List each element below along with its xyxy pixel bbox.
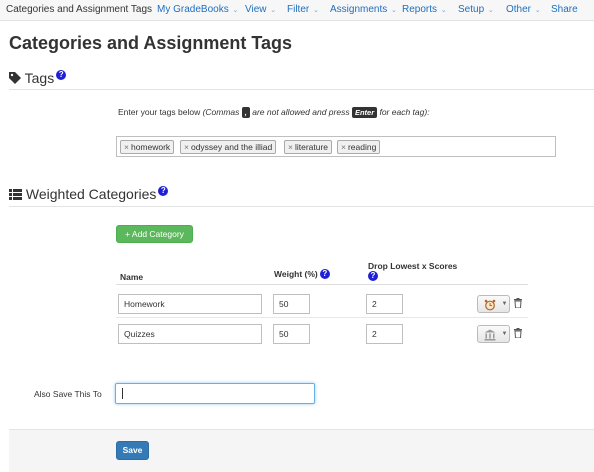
page-title: Categories and Assignment Tags bbox=[9, 33, 293, 53]
nav-label: Setup bbox=[458, 4, 485, 15]
remove-tag-icon[interactable]: × bbox=[341, 142, 346, 152]
nav-label: Share bbox=[551, 4, 578, 15]
remove-tag-icon[interactable]: × bbox=[184, 142, 189, 152]
enter-key: Enter bbox=[351, 107, 378, 118]
tag-label: literature bbox=[294, 142, 329, 152]
tags-help-text: Enter your tags below (Commas , are not … bbox=[118, 107, 430, 118]
chevron-down-icon: ⌄ bbox=[313, 7, 319, 14]
remove-tag-icon[interactable]: × bbox=[288, 142, 293, 152]
also-save-label: Also Save This To bbox=[34, 389, 102, 399]
nav-label: View bbox=[245, 4, 267, 15]
nav-label: Other bbox=[506, 4, 532, 15]
section-divider bbox=[9, 206, 594, 207]
column-header-drop-lowest: Drop Lowest x Scores ? bbox=[368, 261, 457, 281]
weighted-categories-label: Weighted Categories bbox=[25, 186, 157, 202]
column-header-weight: Weight (%)? bbox=[274, 269, 330, 279]
drop-lowest-label: Drop Lowest x Scores bbox=[368, 261, 458, 271]
tags-heading: Tags? bbox=[9, 70, 67, 86]
tag-label: homework bbox=[130, 142, 171, 152]
category-name-input[interactable]: Quizzes bbox=[118, 324, 262, 344]
chevron-down-icon: ⌄ bbox=[232, 7, 239, 14]
top-navbar: Categories and Assignment Tags My GradeB… bbox=[0, 0, 594, 21]
nav-filter[interactable]: Filter ⌄ bbox=[287, 4, 319, 15]
text-cursor bbox=[122, 388, 123, 399]
tag-chip: × homework bbox=[120, 140, 175, 154]
help-text: Enter your tags below bbox=[118, 107, 203, 117]
weight-header-label: Weight (%) bbox=[274, 269, 318, 279]
alarm-clock-icon bbox=[484, 299, 496, 311]
category-name-input[interactable]: Homework bbox=[118, 294, 262, 314]
nav-reports[interactable]: Reports ⌄ bbox=[402, 4, 447, 15]
navbar-brand[interactable]: Categories and Assignment Tags bbox=[6, 4, 152, 15]
category-weight-input[interactable]: 50 bbox=[273, 324, 310, 344]
section-divider bbox=[9, 89, 594, 90]
tag-label: reading bbox=[347, 142, 377, 152]
row-divider bbox=[116, 317, 528, 318]
help-icon[interactable]: ? bbox=[368, 271, 378, 281]
remove-tag-icon[interactable]: × bbox=[124, 142, 129, 152]
nav-label: Reports bbox=[402, 4, 438, 15]
chevron-down-icon: ⌄ bbox=[440, 7, 447, 14]
chevron-down-icon: ⌄ bbox=[487, 7, 494, 14]
help-text-italic: (Commas bbox=[202, 107, 242, 117]
comma-key: , bbox=[241, 107, 250, 118]
trash-icon[interactable] bbox=[514, 298, 522, 308]
category-icon-button[interactable] bbox=[477, 325, 501, 343]
help-text-italic: for each tag): bbox=[377, 107, 430, 117]
help-icon[interactable]: ? bbox=[319, 269, 330, 279]
nav-share[interactable]: Share bbox=[551, 4, 578, 15]
chevron-down-icon: ⌄ bbox=[391, 7, 397, 14]
drop-lowest-input[interactable]: 2 bbox=[366, 294, 403, 314]
tags-heading-label: Tags bbox=[24, 70, 55, 86]
tag-chip: × reading bbox=[337, 140, 381, 154]
nav-label: Assignments bbox=[330, 4, 388, 15]
help-icon[interactable]: ? bbox=[158, 186, 169, 196]
nav-label: Filter bbox=[287, 4, 310, 15]
category-weight-input[interactable]: 50 bbox=[273, 294, 310, 314]
tag-icon bbox=[9, 72, 21, 84]
nav-setup[interactable]: Setup ⌄ bbox=[458, 4, 494, 15]
icon-dropdown-toggle[interactable]: ▼ bbox=[500, 295, 510, 313]
also-save-input[interactable] bbox=[115, 383, 315, 404]
drop-lowest-input[interactable]: 2 bbox=[366, 324, 403, 344]
nav-label: My GradeBooks bbox=[157, 4, 229, 15]
column-header-name: Name bbox=[120, 272, 144, 282]
weighted-categories-heading: Weighted Categories? bbox=[9, 186, 169, 202]
tags-input[interactable]: × homework × odyssey and the illiad × liter… bbox=[116, 136, 556, 157]
trash-icon[interactable] bbox=[514, 328, 522, 338]
chevron-down-icon: ⌄ bbox=[270, 7, 277, 14]
form-footer bbox=[9, 429, 594, 472]
nav-view[interactable]: View ⌄ bbox=[245, 4, 276, 15]
icon-dropdown-toggle[interactable]: ▼ bbox=[500, 325, 510, 343]
save-button[interactable]: Save bbox=[116, 441, 149, 460]
chevron-down-icon: ⌄ bbox=[534, 7, 541, 14]
add-category-button[interactable]: + Add Category bbox=[116, 225, 193, 243]
category-icon-button[interactable] bbox=[477, 295, 501, 313]
table-header-divider bbox=[116, 284, 528, 285]
tag-chip: × odyssey and the illiad bbox=[180, 140, 277, 154]
bank-building-icon bbox=[484, 329, 496, 341]
nav-assignments[interactable]: Assignments ⌄ bbox=[330, 4, 397, 15]
help-icon[interactable]: ? bbox=[56, 70, 67, 80]
list-icon bbox=[9, 189, 22, 200]
nav-other[interactable]: Other ⌄ bbox=[506, 4, 541, 15]
nav-my-gradebooks[interactable]: My GradeBooks ⌄ bbox=[157, 4, 238, 15]
tag-chip: × literature bbox=[284, 140, 333, 154]
help-text-italic: are not allowed and press bbox=[249, 107, 352, 117]
tag-label: odyssey and the illiad bbox=[190, 142, 273, 152]
